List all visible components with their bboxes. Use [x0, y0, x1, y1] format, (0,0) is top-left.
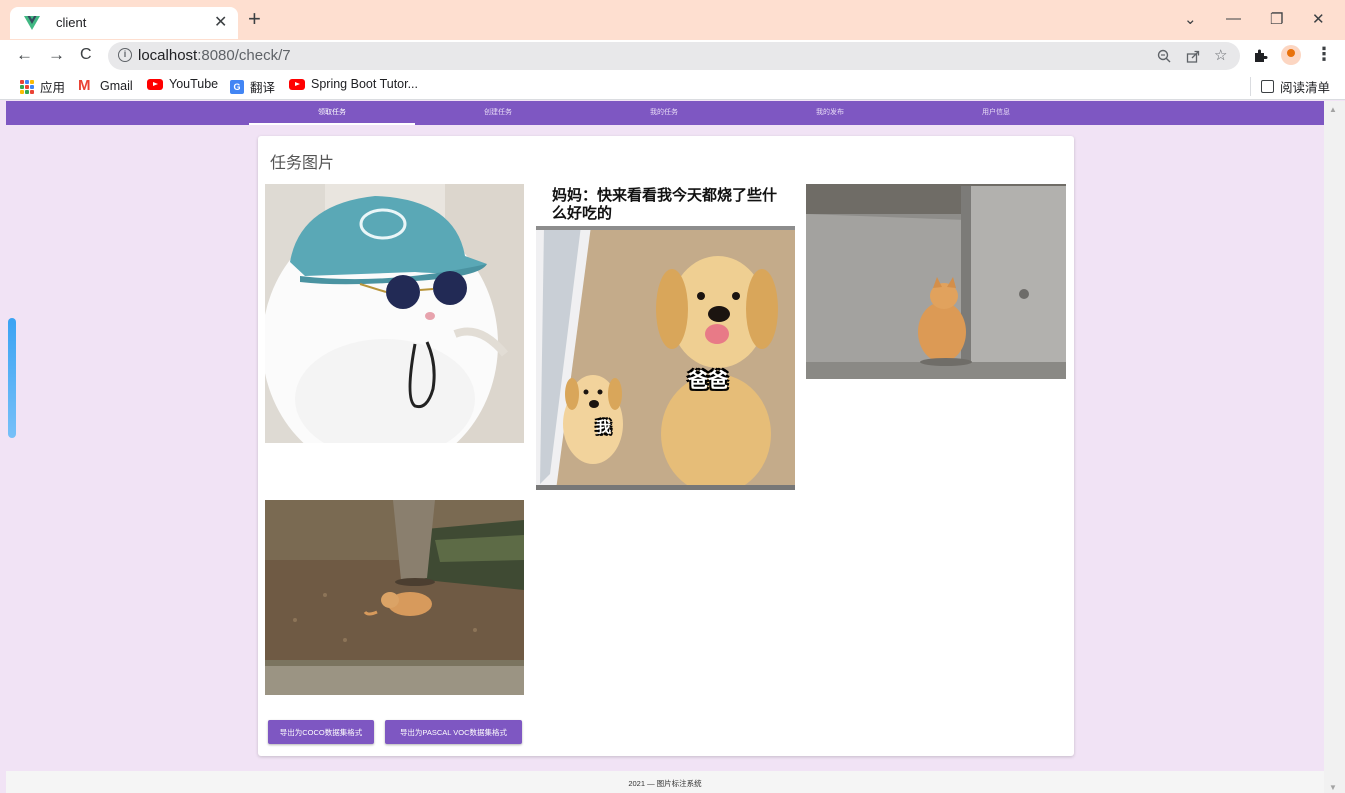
orange-cat-wall-picture — [806, 184, 1066, 379]
page-scrollbar[interactable] — [1324, 101, 1345, 793]
browser-tab[interactable]: client ✕ — [10, 7, 238, 39]
back-icon[interactable]: ← — [16, 45, 33, 65]
page-footer: 2021 — 图片标注系统 — [6, 771, 1324, 793]
youtube-icon — [289, 78, 305, 90]
task-image-cat-cap[interactable] — [265, 184, 524, 443]
bookmark-youtube[interactable]: YouTube — [147, 77, 218, 91]
bookmark-label: YouTube — [169, 77, 219, 91]
bookmark-star-icon[interactable]: ☆ — [1214, 46, 1227, 64]
dogs-meme-picture — [536, 184, 795, 490]
reading-list-button[interactable]: 阅读清单 — [1250, 77, 1330, 96]
tab-title: client — [56, 15, 87, 30]
reading-list-icon — [1261, 80, 1274, 93]
browser-tab-strip: client ✕ + ⌄ — ❐ ✕ — [0, 0, 1345, 44]
meme-label-dad: 爸爸 — [688, 370, 728, 392]
profile-avatar-icon[interactable] — [1281, 45, 1301, 65]
bookmarks-bar: 应用 M Gmail YouTube G 翻译 Spring Boot Tuto… — [0, 72, 1345, 100]
browser-toolbar: ← → C i localhost:8080/check/7 ☆ ⋮ — [0, 40, 1345, 72]
reading-list-label: 阅读清单 — [1280, 81, 1331, 95]
gmail-icon: M — [78, 77, 91, 94]
bookmark-label: Gmail — [100, 78, 133, 93]
share-icon[interactable] — [1186, 49, 1200, 63]
youtube-icon — [147, 78, 163, 90]
export-voc-button[interactable]: 导出为PASCAL VOC数据集格式 — [385, 720, 522, 744]
window-close-icon[interactable]: ✕ — [1312, 10, 1325, 28]
task-image-orange-cat-wall[interactable] — [806, 184, 1066, 379]
export-coco-button[interactable]: 导出为COCO数据集格式 — [268, 720, 374, 744]
bookmark-label: Spring Boot Tutor... — [311, 77, 419, 91]
meme-caption: 妈妈：快来看看我今天都烧了些什么好吃的 — [536, 184, 795, 226]
bookmark-label: 应用 — [40, 81, 66, 95]
vue-logo-icon — [24, 16, 40, 30]
bookmark-label: 翻译 — [250, 81, 276, 95]
left-edge-accent — [8, 318, 16, 438]
site-info-icon[interactable]: i — [118, 48, 132, 62]
app-nav-bar: 领取任务 创建任务 我的任务 我的发布 用户信息 — [6, 101, 1324, 125]
extensions-puzzle-icon[interactable] — [1253, 48, 1268, 63]
scroll-up-arrow-icon[interactable]: ▲ — [1329, 105, 1337, 114]
cat-cap-picture — [265, 184, 524, 443]
translate-icon: G — [230, 79, 244, 94]
task-images-card: 任务图片 妈妈：快来看看我今天都烧了些什么好吃的 爸爸 我 导出为COCO数据集… — [258, 136, 1074, 756]
scroll-down-arrow-icon[interactable]: ▼ — [1329, 783, 1337, 792]
nav-tab-create-task[interactable]: 创建任务 — [415, 101, 581, 125]
reload-icon[interactable]: C — [80, 46, 92, 64]
minimize-icon[interactable]: — — [1226, 10, 1241, 27]
card-title: 任务图片 — [270, 155, 335, 172]
nav-tab-user-info[interactable]: 用户信息 — [913, 101, 1079, 125]
browser-menu-icon[interactable]: ⋮ — [1315, 44, 1333, 65]
bookmark-translate[interactable]: G 翻译 — [230, 77, 275, 96]
meme-label-me: 我 — [596, 419, 612, 436]
task-image-dogs-meme[interactable]: 妈妈：快来看看我今天都烧了些什么好吃的 爸爸 我 — [536, 184, 795, 490]
tab-close-icon[interactable]: ✕ — [214, 12, 227, 32]
task-image-cat-under-tree[interactable] — [265, 500, 524, 695]
bookmark-spring-boot[interactable]: Spring Boot Tutor... — [289, 77, 418, 91]
page-viewport: 领取任务 创建任务 我的任务 我的发布 用户信息 任务图片 妈妈：快来看看我今天… — [6, 101, 1324, 793]
nav-tab-my-posts[interactable]: 我的发布 — [747, 101, 913, 125]
address-bar[interactable]: i localhost:8080/check/7 ☆ — [108, 42, 1240, 70]
nav-tab-claim-task[interactable]: 领取任务 — [249, 101, 415, 125]
url-text: localhost:8080/check/7 — [138, 47, 291, 64]
apps-grid-icon — [20, 79, 34, 94]
cat-tree-picture — [265, 500, 524, 695]
new-tab-icon[interactable]: + — [248, 8, 261, 30]
bookmark-apps[interactable]: 应用 — [20, 77, 65, 96]
bookmark-gmail[interactable]: M Gmail — [78, 77, 133, 94]
tab-search-chevron-icon[interactable]: ⌄ — [1184, 10, 1197, 28]
nav-tab-my-tasks[interactable]: 我的任务 — [581, 101, 747, 125]
forward-icon[interactable]: → — [48, 45, 65, 65]
restore-icon[interactable]: ❐ — [1270, 10, 1283, 28]
zoom-icon[interactable] — [1157, 49, 1171, 63]
